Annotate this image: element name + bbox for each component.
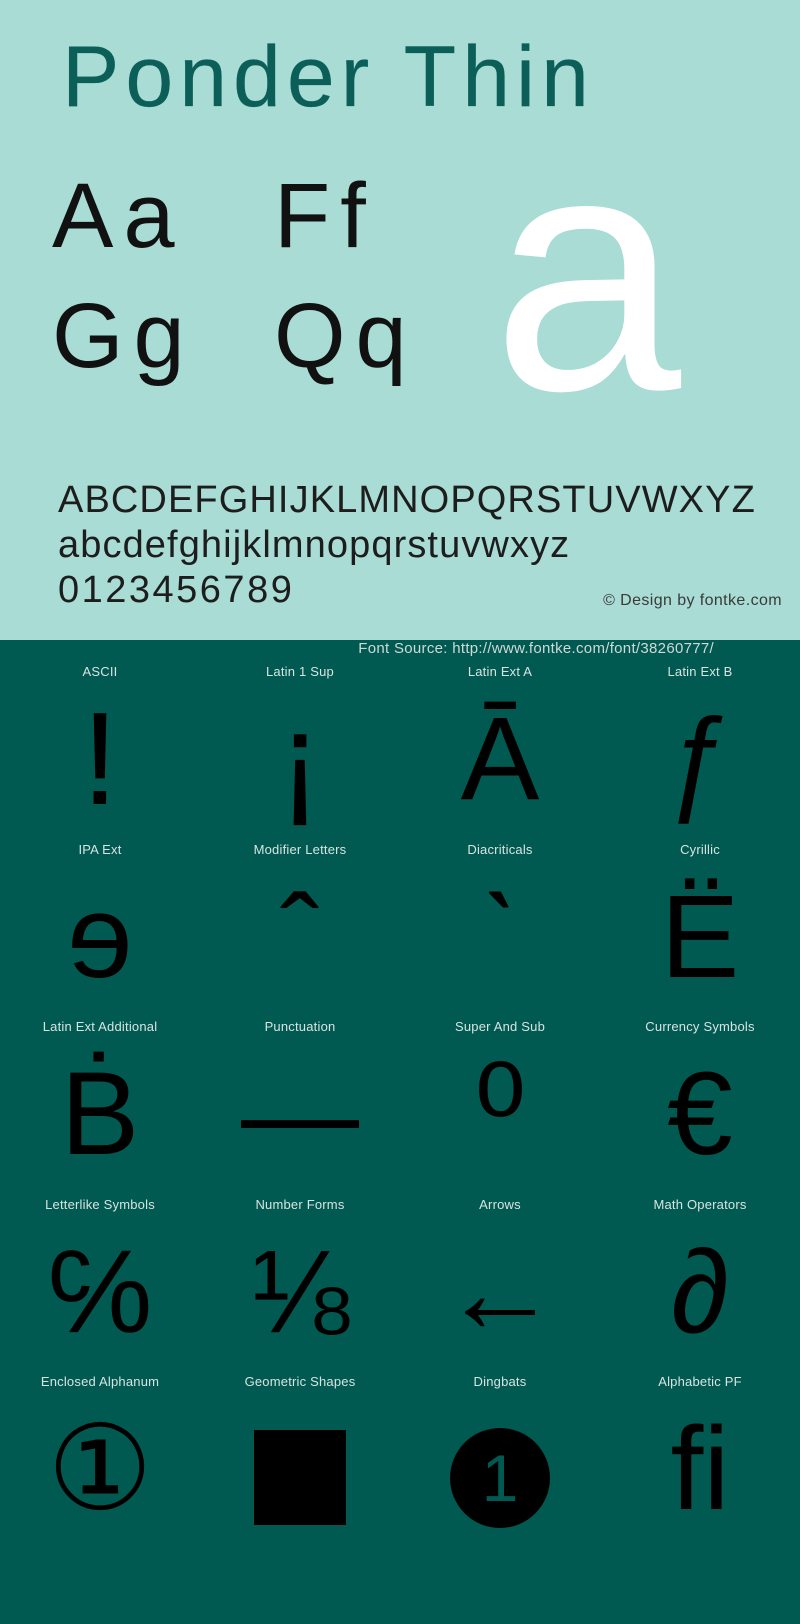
unicode-block-cell[interactable]: Alphabetic PF ﬁ <box>600 1370 800 1548</box>
unicode-block-glyph: ¡ <box>278 685 322 832</box>
unicode-block-label: Letterlike Symbols <box>45 1196 155 1212</box>
unicode-block-glyph: ℅ <box>47 1225 153 1358</box>
unicode-block-cell[interactable]: Dingbats 1 <box>400 1370 600 1548</box>
unicode-block-cell[interactable]: Latin Ext Additional Ḃ <box>0 1015 200 1193</box>
dingbat-numeral: 1 <box>481 1440 519 1515</box>
specimen-pair-qq: Qq <box>274 285 417 387</box>
unicode-block-glyph: ∂ <box>670 1225 730 1358</box>
unicode-block-cell[interactable]: Punctuation — <box>200 1015 400 1193</box>
unicode-block-label: Latin Ext Additional <box>42 1019 158 1034</box>
unicode-block-row: Latin Ext Additional Ḃ Punctuation — Super A… <box>0 1015 800 1193</box>
unicode-block-label: Latin Ext A <box>467 664 533 679</box>
unicode-block-glyph: ƒ <box>667 693 733 825</box>
unicode-block-label: Punctuation <box>264 1019 336 1034</box>
filled-circle-icon: 1 <box>450 1427 550 1528</box>
unicode-block-glyph: ˆ <box>280 870 320 1003</box>
unicode-block-glyph: 1 <box>400 1394 600 1544</box>
unicode-block-cell[interactable]: Enclosed Alphanum ① <box>0 1370 200 1548</box>
unicode-block-glyph <box>200 1394 400 1544</box>
unicode-block-cell[interactable]: IPA Ext ɘ <box>0 838 200 1016</box>
unicode-block-cell[interactable]: Latin Ext B ƒ <box>600 660 800 838</box>
unicode-block-row: IPA Ext ɘ Modifier Letters ˆ Diacriticals ˋ Cy… <box>0 838 800 1016</box>
specimen-pair-aa: Aa <box>52 165 185 267</box>
unicode-block-label: Geometric Shapes <box>244 1374 356 1389</box>
unicode-block-row: ASCII! Latin 1 Sup ¡ Latin Ext A Ā Latin Ext … <box>0 660 800 838</box>
font-specimen-page: Ponder Thin Aa Ff Gg Qq a ABCDEFGHIJKLMN… <box>0 0 800 1624</box>
unicode-block-cell[interactable]: Math Operators ∂ <box>600 1193 800 1371</box>
unicode-block-label: Arrows <box>479 1196 521 1212</box>
unicode-block-glyph: Ḃ <box>60 1048 140 1180</box>
unicode-block-label: Dingbats <box>473 1374 527 1389</box>
unicode-block-label: IPA Ext <box>78 841 122 857</box>
unicode-block-label: Latin 1 Sup <box>266 664 334 679</box>
unicode-block-cell[interactable]: Currency Symbols € <box>600 1015 800 1193</box>
unicode-block-glyph: ﬁ <box>670 1403 730 1535</box>
unicode-block-glyph: Ё <box>660 870 740 1003</box>
specimen-pair-gg: Gg <box>52 285 195 387</box>
unicode-block-label: ASCII <box>82 664 118 679</box>
unicode-block-glyph: € <box>667 1048 733 1180</box>
filled-square-icon <box>254 1430 346 1526</box>
unicode-block-glyph: ⅛ <box>250 1225 350 1358</box>
unicode-block-cell[interactable]: Number Forms ⅛ <box>200 1193 400 1371</box>
unicode-block-label: Modifier Letters <box>253 841 347 857</box>
unicode-block-glyph: Ā <box>460 693 540 825</box>
unicode-block-label: Math Operators <box>653 1196 747 1212</box>
unicode-block-glyph: ˋ <box>480 870 520 1003</box>
specimen-letter-grid: Aa Ff Gg Qq <box>52 170 482 410</box>
specimen-header: Ponder Thin Aa Ff Gg Qq a ABCDEFGHIJKLMN… <box>0 0 800 640</box>
unicode-block-glyph: ① <box>47 1403 153 1535</box>
charset-lowercase: abcdefghijklmnopqrstuvwxyz <box>58 523 571 566</box>
unicode-block-label: Number Forms <box>255 1196 345 1212</box>
unicode-block-cell[interactable]: Letterlike Symbols ℅ <box>0 1193 200 1371</box>
hero-glyph-a: a <box>492 82 682 462</box>
unicode-block-glyph: ɘ <box>67 870 133 1003</box>
specimen-pair-ff: Ff <box>274 165 376 267</box>
unicode-block-cell[interactable]: Diacriticals ˋ <box>400 838 600 1016</box>
unicode-block-cell[interactable]: Arrows ← <box>400 1193 600 1371</box>
unicode-block-cell[interactable]: Latin Ext A Ā <box>400 660 600 838</box>
unicode-block-cell[interactable]: Modifier Letters ˆ <box>200 838 400 1016</box>
unicode-block-cell[interactable]: Latin 1 Sup ¡ <box>200 660 400 838</box>
unicode-block-label: Enclosed Alphanum <box>40 1374 160 1389</box>
unicode-block-label: Super And Sub <box>454 1019 546 1034</box>
unicode-block-label: Cyrillic <box>680 841 720 857</box>
unicode-block-label: Diacriticals <box>467 841 533 857</box>
design-credit: © Design by fontke.com <box>603 592 782 609</box>
unicode-block-cell[interactable]: Geometric Shapes <box>200 1370 400 1548</box>
unicode-block-glyph: ← <box>441 1225 559 1358</box>
unicode-block-label: Latin Ext B <box>667 664 733 679</box>
unicode-block-label: Currency Symbols <box>645 1019 755 1034</box>
unicode-block-glyph: ⁰ <box>473 1040 527 1187</box>
specimen-row: Aa Ff <box>52 170 482 290</box>
charset-uppercase: ABCDEFGHIJKLMNOPQRSTUVWXYZ <box>58 479 756 521</box>
unicode-block-cell[interactable]: Cyrillic Ё <box>600 838 800 1016</box>
unicode-block-glyph: — <box>241 1048 359 1180</box>
unicode-block-row: Letterlike Symbols ℅ Number Forms ⅛ Arrows ← M… <box>0 1193 800 1371</box>
unicode-block-glyph: ! <box>81 685 119 832</box>
font-source-link[interactable]: Font Source: http://www.fontke.com/font/… <box>358 640 714 657</box>
unicode-block-cell[interactable]: ASCII! <box>0 660 200 838</box>
unicode-block-label: Alphabetic PF <box>658 1374 742 1389</box>
unicode-block-row: Enclosed Alphanum ① Geometric Shapes Dingba… <box>0 1370 800 1548</box>
unicode-block-cell[interactable]: Super And Sub ⁰ <box>400 1015 600 1193</box>
unicode-block-grid: ASCII! Latin 1 Sup ¡ Latin Ext A Ā Latin Ext … <box>0 660 800 1548</box>
specimen-row: Gg Qq <box>52 290 482 410</box>
